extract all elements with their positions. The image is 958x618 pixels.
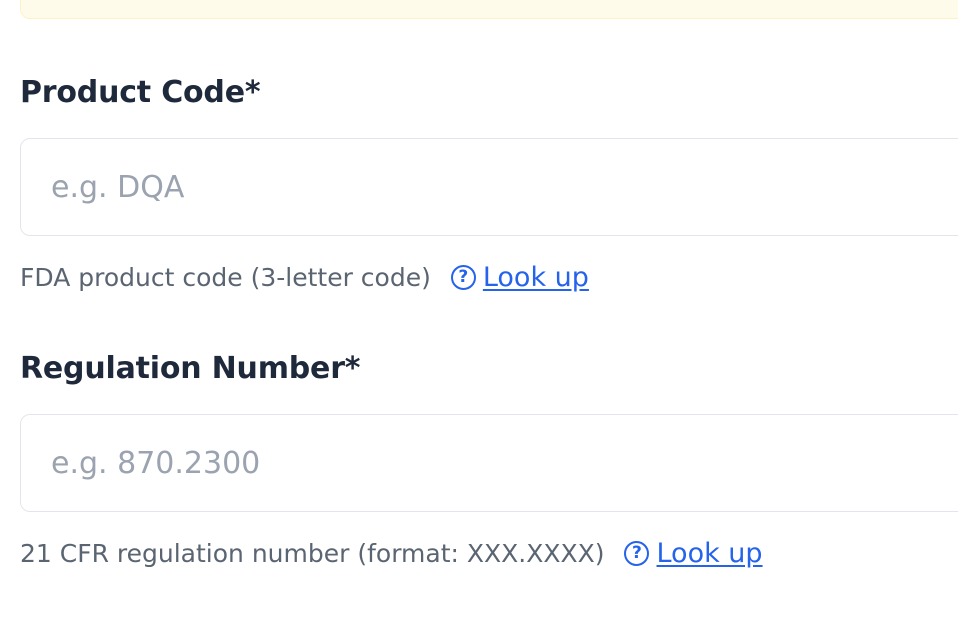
regulation-number-label: Regulation Number*	[20, 351, 361, 386]
product-code-label: Product Code*	[20, 75, 261, 110]
notice-banner	[20, 0, 958, 19]
regulation-number-lookup-link[interactable]: Look up	[656, 538, 762, 569]
product-code-help-text: FDA product code (3-letter code)	[20, 262, 431, 292]
regulation-number-help: 21 CFR regulation number (format: XXX.XX…	[20, 534, 958, 572]
regulation-number-help-text: 21 CFR regulation number (format: XXX.XX…	[20, 538, 605, 568]
regulation-number-field: Regulation Number* 21 CFR regulation num…	[20, 346, 958, 572]
product-code-help: FDA product code (3-letter code) ? Look …	[20, 258, 958, 296]
regulation-number-input[interactable]	[20, 414, 958, 512]
question-circle-icon[interactable]: ?	[450, 264, 476, 290]
product-code-lookup-link[interactable]: Look up	[483, 262, 589, 293]
product-code-input[interactable]	[20, 138, 958, 236]
product-code-field: Product Code* FDA product code (3-letter…	[20, 70, 958, 296]
question-circle-icon[interactable]: ?	[624, 540, 650, 566]
form-page: Product Code* FDA product code (3-letter…	[0, 0, 958, 618]
